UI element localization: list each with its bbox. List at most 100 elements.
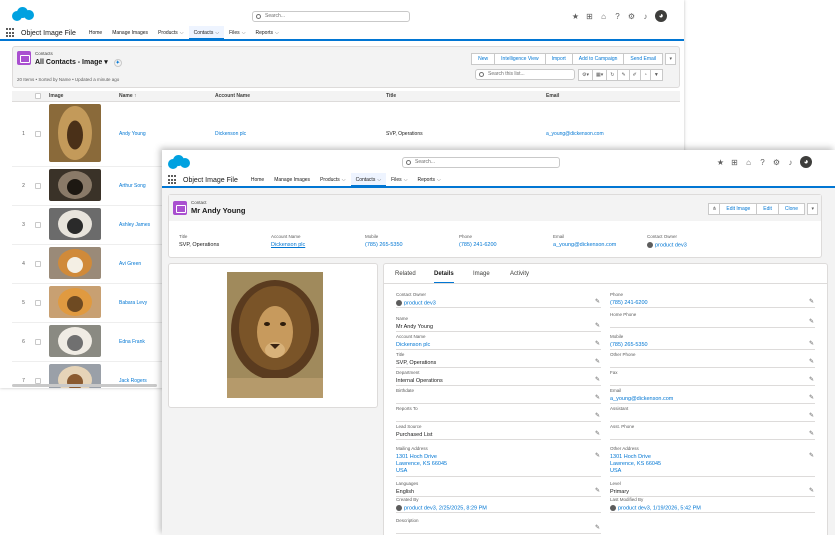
edit-pencil-icon[interactable]: ✎ [809,488,815,494]
display-as-icon[interactable]: ▦▾ [592,69,608,81]
nav-item-reports[interactable]: Reports ⌵ [412,173,445,187]
edit-pencil-icon[interactable]: ✎ [595,453,601,459]
row-checkbox[interactable] [35,299,41,306]
nav-item-contacts[interactable]: Contacts ⌵ [188,26,225,40]
edit-image-button[interactable]: Edit Image [719,203,758,215]
field-value[interactable]: product dev3 [396,300,436,307]
app-launcher-icon[interactable] [168,175,178,185]
column-header[interactable]: Title [383,91,543,102]
edit-pencil-icon[interactable]: ✎ [809,395,815,401]
chevron-down-icon[interactable]: ⌵ [404,177,408,183]
pin-icon[interactable]: ✦ [113,59,122,67]
avatar[interactable]: ◕ [655,10,667,22]
bell-icon[interactable]: ♪ [786,158,795,167]
chevron-down-icon[interactable]: ⌵ [242,30,246,36]
list-view-name[interactable]: All Contacts - Image ▾ ✦ [35,58,122,67]
highlight-value[interactable]: (785) 265-5350 [365,242,403,248]
row-checkbox[interactable] [35,260,41,267]
settings-icon[interactable]: ⚙▾ [578,69,593,81]
nav-item-manage-images[interactable]: Manage Images [269,173,315,187]
row-checkbox[interactable] [35,182,41,189]
field-value[interactable]: a_young@dickenson.com [610,396,673,403]
column-header[interactable]: Email [543,91,680,102]
nav-item-contacts[interactable]: Contacts ⌵ [350,173,387,187]
edit-pencil-icon[interactable]: ✎ [809,319,815,325]
edit-pencil-icon[interactable]: ✎ [809,413,815,419]
chevron-down-icon[interactable]: ⌵ [437,177,441,183]
edit-pencil-icon[interactable]: ✎ [595,413,601,419]
field-value[interactable]: 1301 Hoch Drive Lawrence, KS 66045 USA [610,454,661,475]
trailhead-icon[interactable]: ⌂ [599,12,608,21]
send-email-button[interactable]: Send Email [623,53,663,65]
edit-pencil-icon[interactable]: ✎ [809,431,815,437]
edit-pencil-icon[interactable]: ✎ [595,395,601,401]
nav-item-home[interactable]: Home [84,26,107,40]
chevron-down-icon[interactable]: ⌵ [377,177,381,183]
highlight-value[interactable]: a_young@dickenson.com [553,242,616,248]
field-value[interactable]: (785) 241-6200 [610,300,648,307]
row-checkbox[interactable] [35,338,41,345]
edit-pencil-icon[interactable]: ✎ [809,299,815,305]
horizontal-scrollbar[interactable] [12,384,157,387]
trailhead-icon[interactable]: ⌂ [744,158,753,167]
chevron-down-icon[interactable]: ⌵ [342,177,346,183]
help-icon[interactable]: ? [758,158,767,167]
contact-thumbnail-image[interactable] [49,324,101,357]
nav-item-files[interactable]: Files ⌵ [224,26,250,40]
add-to-campaign-button[interactable]: Add to Campaign [571,53,625,65]
chevron-down-icon[interactable]: ⌵ [275,30,279,36]
edit-pencil-icon[interactable]: ✎ [809,377,815,383]
bell-icon[interactable]: ♪ [641,12,650,21]
field-value[interactable]: product dev3, 2/25/2025, 8:29 PM [396,505,487,512]
import-button[interactable]: Import [544,53,573,65]
salesforce-logo[interactable] [12,7,34,21]
edit-pencil-icon[interactable]: ✎ [809,359,815,365]
nav-item-reports[interactable]: Reports ⌵ [250,26,283,40]
global-search-input[interactable]: Search... [402,157,560,168]
field-value[interactable]: (785) 265-5350 [610,342,648,349]
nav-item-home[interactable]: Home [246,173,269,187]
edit-pencil-icon[interactable]: ✎ [595,431,601,437]
avatar[interactable]: ◕ [800,156,812,168]
filter-icon[interactable]: ▼ [649,69,663,81]
field-value[interactable]: 1301 Hoch Drive Lawrence, KS 66045 USA [396,454,447,475]
edit-pencil-icon[interactable]: ✎ [809,341,815,347]
global-search-input[interactable]: Search... [252,11,410,22]
field-value[interactable]: Dickenson plc [396,342,430,349]
contact-thumbnail-image[interactable] [49,103,101,162]
highlight-value[interactable]: (785) 241-6200 [459,242,497,248]
nav-item-files[interactable]: Files ⌵ [386,173,412,187]
more-actions-button[interactable]: ▾ [665,53,676,65]
add-icon[interactable]: ⊞ [730,158,739,167]
chevron-down-icon[interactable]: ⌵ [180,30,184,36]
field-value[interactable]: product dev3, 1/19/2026, 5:42 PM [610,505,701,512]
row-checkbox[interactable] [35,221,41,228]
new-button[interactable]: New [471,53,496,65]
edit-button[interactable]: Edit [756,203,779,215]
tab-related[interactable]: Related [395,271,416,277]
favorites-icon[interactable]: ★ [571,12,580,21]
edit-pencil-icon[interactable]: ✎ [595,299,601,305]
chevron-down-icon[interactable]: ⌵ [215,30,219,36]
edit-pencil-icon[interactable]: ✎ [595,525,601,531]
select-all-checkbox[interactable] [35,92,41,99]
edit-pencil-icon[interactable]: ✎ [595,323,601,329]
contact-thumbnail-image[interactable] [49,246,101,279]
nav-item-products[interactable]: Products ⌵ [315,173,351,187]
intelligence-view-button[interactable]: Intelligence View [494,53,546,65]
edit-pencil-icon[interactable]: ✎ [595,488,601,494]
contact-thumbnail-image[interactable] [49,285,101,318]
add-icon[interactable]: ⊞ [585,12,594,21]
tab-image[interactable]: Image [473,271,490,277]
contact-thumbnail-image[interactable] [49,168,101,201]
row-checkbox[interactable] [35,377,41,384]
column-header[interactable]: Account Name [212,91,383,102]
gear-icon[interactable]: ⚙ [772,158,781,167]
nav-item-products[interactable]: Products ⌵ [153,26,189,40]
highlight-value[interactable]: Dickenson plc [271,242,305,248]
help-icon[interactable]: ? [613,12,622,21]
edit-pencil-icon[interactable]: ✎ [595,377,601,383]
app-launcher-icon[interactable] [6,28,16,38]
highlight-value[interactable]: product dev3 [647,242,687,248]
column-header[interactable]: Name ↑ [116,91,212,102]
